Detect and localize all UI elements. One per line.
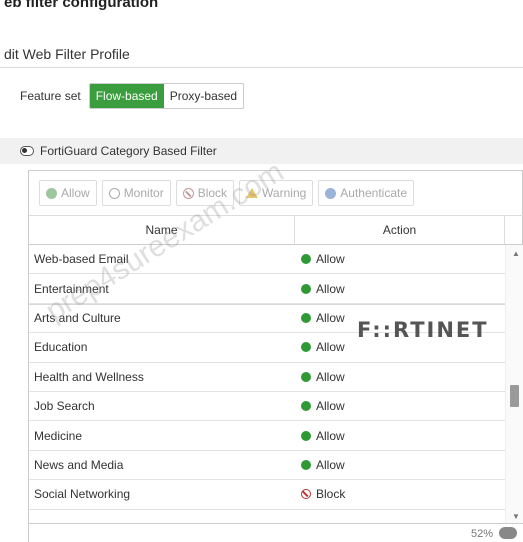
- row-action: Allow: [295, 363, 505, 391]
- zoom-icon[interactable]: [499, 527, 517, 539]
- table-row[interactable]: Web-based Email Allow: [29, 245, 505, 275]
- row-action-label: Allow: [316, 252, 345, 267]
- scroll-down-icon[interactable]: ▼: [512, 512, 520, 521]
- zoom-level: 52%: [470, 528, 493, 540]
- row-name: Medicine: [34, 428, 83, 443]
- check-circle-icon: [301, 401, 311, 412]
- row-action: Allow: [295, 245, 505, 273]
- proxy-based-button[interactable]: Proxy-based: [163, 84, 244, 108]
- category-panel: Allow Monitor Block Warning Authenticate…: [28, 170, 523, 542]
- row-name: Health and Wellness: [34, 369, 144, 384]
- row-action: Allow: [295, 392, 505, 420]
- row-name: Arts and Culture: [34, 311, 121, 326]
- check-circle-icon: [301, 283, 311, 294]
- scroll-thumb[interactable]: [510, 385, 519, 407]
- check-circle-icon: [46, 187, 57, 199]
- fortinet-logo: F::RTINET: [357, 318, 489, 342]
- table-row[interactable]: Medicine Allow: [29, 421, 505, 451]
- block-icon: [182, 187, 194, 199]
- authenticate-button[interactable]: Authenticate: [318, 180, 415, 206]
- row-name: Entertainment: [34, 281, 109, 296]
- user-icon: [325, 187, 337, 199]
- row-action: Allow: [295, 274, 505, 302]
- row-action-label: Allow: [316, 428, 345, 443]
- monitor-button[interactable]: Monitor: [101, 180, 171, 206]
- block-label: Block: [197, 186, 228, 200]
- section-header: FortiGuard Category Based Filter: [0, 138, 523, 164]
- page-title: dit Web Filter Profile: [4, 46, 130, 62]
- row-name: Social Networking: [34, 487, 131, 502]
- scroll-up-icon[interactable]: ▲: [512, 249, 520, 258]
- row-action-label: Allow: [316, 281, 345, 296]
- table-body: Web-based Email Allow Entertainment Allow …: [29, 245, 505, 542]
- title-bar: dit Web Filter Profile: [0, 36, 523, 68]
- table-scrollbar[interactable]: ▲ ▼: [505, 245, 523, 523]
- eye-icon: [108, 187, 120, 199]
- flow-based-button[interactable]: Flow-based: [89, 84, 164, 108]
- row-name: Web-based Email: [34, 252, 129, 267]
- block-button[interactable]: Block: [175, 180, 235, 206]
- table-row[interactable]: Entertainment Allow: [29, 274, 505, 304]
- section-title: FortiGuard Category Based Filter: [40, 144, 217, 158]
- check-circle-icon: [301, 459, 311, 470]
- toggle-icon[interactable]: [20, 146, 34, 156]
- feature-set-label: Feature set: [20, 89, 81, 103]
- feature-set-toggle: Flow-based Proxy-based: [88, 83, 245, 109]
- row-action: Allow: [295, 421, 505, 449]
- monitor-label: Monitor: [123, 186, 164, 200]
- action-toolbar: Allow Monitor Block Warning Authenticate: [29, 171, 523, 215]
- row-name: Education: [34, 340, 88, 355]
- table-row[interactable]: News and Media Allow: [29, 451, 505, 481]
- page-caption: eb filter configuration: [4, 0, 159, 11]
- table-row[interactable]: Health and Wellness Allow: [29, 363, 505, 392]
- warning-icon: [246, 188, 259, 198]
- row-name: News and Media: [34, 457, 124, 472]
- check-circle-icon: [301, 430, 311, 441]
- column-header-action[interactable]: Action: [295, 216, 505, 244]
- row-action-label: Allow: [316, 369, 345, 384]
- check-circle-icon: [301, 342, 311, 353]
- row-action-label: Block: [316, 487, 346, 502]
- table-header: Name Action: [29, 215, 523, 245]
- row-action: Allow: [295, 451, 505, 479]
- allow-label: Allow: [61, 186, 90, 200]
- row-action-label: Allow: [316, 399, 345, 414]
- allow-button[interactable]: Allow: [39, 180, 97, 206]
- check-circle-icon: [301, 371, 311, 382]
- check-circle-icon: [301, 313, 311, 324]
- row-action: Block: [295, 480, 505, 508]
- row-action-label: Allow: [316, 457, 345, 472]
- column-header-name[interactable]: Name: [29, 216, 295, 244]
- row-action-label: Allow: [316, 311, 345, 326]
- row-action-label: Allow: [316, 340, 345, 355]
- feature-set-row: Feature set Flow-based Proxy-based: [20, 83, 245, 109]
- row-name: Job Search: [34, 399, 95, 414]
- check-circle-icon: [301, 254, 311, 265]
- warning-label: Warning: [262, 186, 307, 200]
- table-row[interactable]: Social Networking Block: [29, 480, 505, 510]
- table-footer: 52%: [29, 523, 523, 542]
- warning-button[interactable]: Warning: [239, 180, 314, 206]
- table-row[interactable]: Job Search Allow: [29, 392, 505, 422]
- block-icon: [301, 489, 311, 500]
- authenticate-label: Authenticate: [340, 186, 408, 200]
